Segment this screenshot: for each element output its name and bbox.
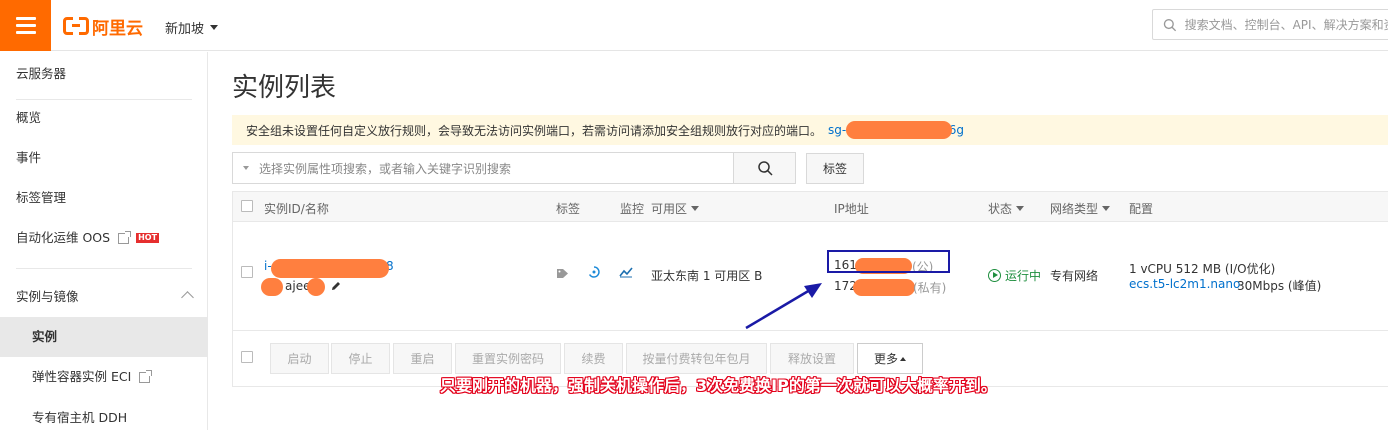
hot-badge: HOT — [136, 233, 160, 243]
col-monitor-label: 监控 — [620, 202, 645, 216]
sidebar-item-label: 事件 — [16, 150, 42, 165]
col-zone-label: 可用区 — [651, 202, 688, 216]
filter-dropdown-icon[interactable] — [243, 166, 249, 170]
sidebar-title-text: 云服务器 — [16, 66, 67, 81]
col-tags-label: 标签 — [556, 202, 581, 216]
status-text: 运行中 — [1005, 269, 1042, 283]
more-actions-label: 更多 — [873, 352, 898, 366]
sidebar-title: 云服务器 — [0, 54, 208, 94]
chevron-down-icon — [691, 206, 700, 211]
col-config: 配置 — [1129, 200, 1153, 217]
aliyun-logo[interactable]: 阿里云 — [63, 15, 143, 39]
instance-filter-input[interactable]: 选择实例属性项搜索，或者输入关键字识别搜索 — [232, 152, 734, 184]
top-navbar: 阿里云 新加坡 搜索文档、控制台、API、解决方案和资源 — [0, 0, 1388, 51]
redaction-mark — [846, 121, 953, 139]
sidebar-item-tag-management[interactable]: 标签管理 — [0, 178, 208, 218]
logo-text: 阿里云 — [92, 18, 143, 39]
select-all-checkbox[interactable] — [241, 200, 253, 212]
sidebar-item-label: 实例与镜像 — [16, 289, 79, 304]
status-running: 运行中 — [988, 267, 1041, 284]
annotation-text: 只要刚开的机器，强制关机操作后，3次免费换IP的第一次就可以大概率开到。 — [440, 376, 997, 395]
tag-filter-button[interactable]: 标签 — [806, 153, 864, 184]
redaction-mark — [261, 278, 283, 296]
chevron-down-icon — [1016, 206, 1025, 211]
region-selector[interactable]: 新加坡 — [165, 18, 219, 37]
edit-pencil-icon[interactable] — [330, 280, 342, 292]
search-icon — [1163, 18, 1177, 31]
redaction-mark — [853, 279, 915, 296]
filter-placeholder: 选择实例属性项搜索，或者输入关键字识别搜索 — [259, 161, 512, 176]
global-search-placeholder: 搜索文档、控制台、API、解决方案和资源 — [1184, 18, 1388, 32]
global-search-input[interactable]: 搜索文档、控制台、API、解决方案和资源 — [1152, 9, 1388, 40]
region-label: 新加坡 — [165, 22, 205, 37]
sidebar-item-label: 专有宿主机 DDH — [32, 410, 128, 425]
sidebar-divider — [16, 268, 192, 269]
convert-billing-button[interactable]: 按量付费转包年包月 — [626, 343, 767, 374]
bandwidth-text: 30Mbps (峰值) — [1237, 279, 1322, 293]
sidebar-item-ddh[interactable]: 专有宿主机 DDH — [0, 398, 208, 430]
redaction-mark — [271, 259, 389, 278]
monitor-agent-icon[interactable] — [588, 266, 600, 278]
private-ip-label: (私有) — [913, 281, 947, 295]
renew-button[interactable]: 续费 — [564, 343, 623, 374]
sidebar-item-label: 弹性容器实例 ECI — [32, 369, 132, 384]
col-network[interactable]: 网络类型 — [1050, 200, 1111, 217]
redaction-mark — [307, 278, 325, 296]
col-monitor: 监控 — [620, 200, 644, 217]
chart-monitor-icon[interactable] — [619, 267, 633, 278]
table-header: 实例ID/名称 标签 监控 可用区 IP地址 状态 网络类型 配置 — [233, 192, 1388, 222]
hamburger-menu-icon[interactable] — [0, 0, 51, 51]
caret-up-icon — [900, 356, 906, 361]
sidebar: 云服务器 概览 事件 标签管理 自动化运维 OOS HOT 实例与镜像 实例 弹… — [0, 52, 208, 430]
col-status-label: 状态 — [988, 202, 1013, 216]
security-group-link[interactable]: sg- 6g — [828, 121, 964, 139]
network-type: 专有网络 — [1050, 269, 1099, 283]
col-tags: 标签 — [556, 200, 580, 217]
security-group-notice: 安全组未设置任何自定义放行规则，会导致无法访问实例端口，若需访问请添加安全组规则… — [232, 115, 1388, 145]
sidebar-item-label: 自动化运维 OOS — [16, 230, 111, 245]
notice-text: 安全组未设置任何自定义放行规则，会导致无法访问实例端口，若需访问请添加安全组规则… — [246, 123, 823, 138]
col-status[interactable]: 状态 — [988, 200, 1025, 217]
ip-highlight-box — [827, 250, 950, 273]
sidebar-item-overview[interactable]: 概览 — [0, 98, 208, 138]
search-icon — [757, 161, 773, 176]
chevron-down-icon — [210, 25, 219, 30]
start-button[interactable]: 启动 — [270, 343, 329, 374]
annotation-arrow-icon — [745, 283, 822, 330]
aliyun-logo-mark — [63, 16, 89, 36]
chevron-down-icon — [1102, 206, 1111, 211]
sidebar-group-instances-images[interactable]: 实例与镜像 — [0, 277, 208, 317]
sidebar-item-eci[interactable]: 弹性容器实例 ECI — [0, 357, 208, 397]
sidebar-item-events[interactable]: 事件 — [0, 138, 208, 178]
col-id-label: 实例ID/名称 — [264, 202, 329, 216]
col-ip: IP地址 — [834, 200, 869, 217]
stop-button[interactable]: 停止 — [331, 343, 390, 374]
col-id: 实例ID/名称 — [264, 200, 329, 217]
reset-password-button[interactable]: 重置实例密码 — [455, 343, 561, 374]
row-checkbox[interactable] — [241, 266, 253, 278]
chevron-up-icon — [181, 291, 194, 304]
more-actions-button[interactable]: 更多 — [857, 343, 923, 374]
search-button[interactable] — [733, 152, 796, 184]
sidebar-item-label: 概览 — [16, 110, 42, 125]
col-ip-label: IP地址 — [834, 202, 869, 216]
col-network-label: 网络类型 — [1050, 202, 1099, 216]
sidebar-item-label: 实例 — [32, 329, 58, 344]
sidebar-item-label: 标签管理 — [16, 190, 67, 205]
instance-type-link[interactable]: ecs.t5-lc2m1.nano — [1129, 277, 1240, 291]
page-title: 实例列表 — [232, 73, 337, 103]
batch-select-checkbox[interactable] — [241, 351, 253, 363]
sidebar-item-instances[interactable]: 实例 — [0, 317, 208, 357]
external-link-icon — [139, 369, 153, 383]
config-spec: 1 vCPU 512 MB (I/O优化) — [1129, 262, 1276, 276]
release-settings-button[interactable]: 释放设置 — [770, 343, 854, 374]
col-config-label: 配置 — [1129, 202, 1154, 216]
external-link-icon — [118, 230, 132, 244]
security-group-link-prefix: sg- — [828, 123, 847, 137]
running-status-icon — [988, 269, 1001, 282]
col-zone[interactable]: 可用区 — [651, 200, 700, 217]
tag-icon[interactable] — [556, 268, 569, 279]
sidebar-item-oos[interactable]: 自动化运维 OOS HOT — [0, 218, 208, 258]
restart-button[interactable]: 重启 — [393, 343, 452, 374]
